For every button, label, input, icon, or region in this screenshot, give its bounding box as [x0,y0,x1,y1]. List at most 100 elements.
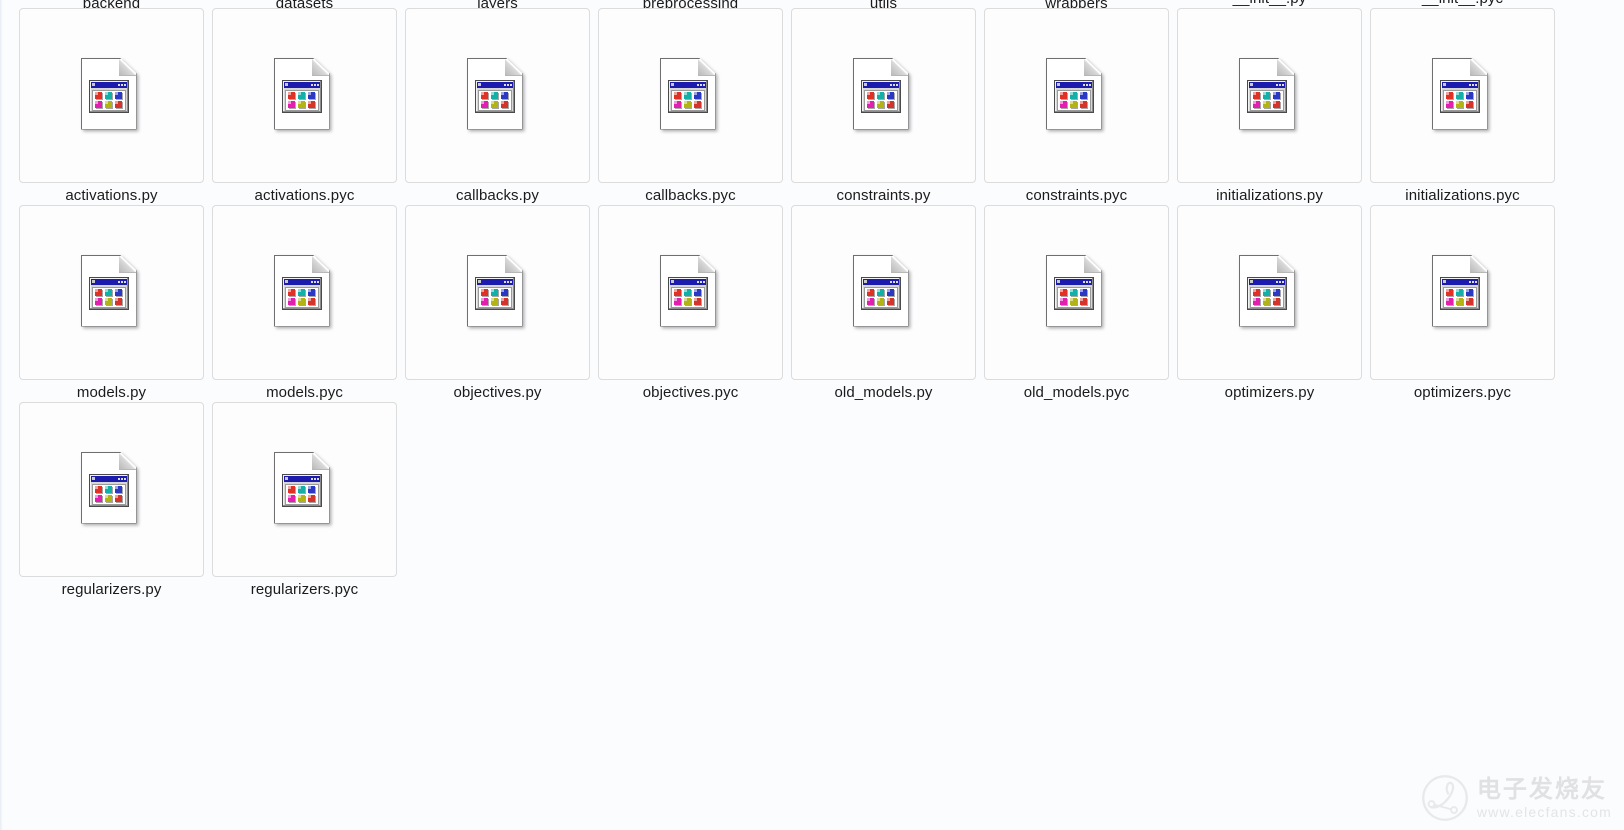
file-icon-resource-chip-1 [1253,289,1260,297]
file-item[interactable]: old_models.pyc [984,205,1169,402]
file-item[interactable]: initializations.py [1177,8,1362,205]
file-icon-resource-grid [863,286,898,308]
item-icon-tile[interactable] [212,205,397,380]
item-icon-tile[interactable] [212,402,397,577]
item-icon-tile[interactable] [212,8,397,183]
file-icon-resource-chip-5 [298,494,305,502]
folder-item[interactable]: preprocessing [598,0,783,12]
file-icon-resource-chip-2 [298,92,305,100]
item-label: constraints.pyc [1025,187,1128,204]
file-item[interactable]: activations.pyc [212,8,397,205]
file-icon-resource-chip-5 [298,100,305,108]
item-label: activations.py [65,187,158,204]
file-item[interactable]: constraints.pyc [984,8,1169,205]
item-icon-tile[interactable] [791,8,976,183]
item-icon-tile[interactable] [19,205,204,380]
file-icon-resource-chip-1 [1446,289,1453,297]
item-icon-tile[interactable] [1177,8,1362,183]
folder-item[interactable]: utils [791,0,976,12]
item-icon-tile[interactable] [1370,8,1555,183]
generic-file-icon [1431,57,1494,134]
file-icon-titlebar [1055,81,1092,88]
file-item[interactable]: models.py [19,205,204,402]
file-icon-resource-chip-2 [877,92,884,100]
file-icon-resource-chip-6 [1273,297,1280,305]
file-icon-resource-chip-4 [95,100,102,108]
file-icon-resource-grid [91,286,126,308]
file-item[interactable]: callbacks.py [405,8,590,205]
item-icon-tile[interactable] [984,205,1169,380]
file-icon-resource-chip-3 [115,92,122,100]
item-icon-tile[interactable] [19,402,204,577]
file-item[interactable]: regularizers.py [19,402,204,599]
file-icon-titlebar [1248,81,1285,88]
generic-file-icon [1238,57,1301,134]
folder-item[interactable]: datasets [212,0,397,12]
item-icon-tile[interactable] [1370,205,1555,380]
item-label: old_models.py [834,384,933,401]
file-item[interactable]: constraints.py [791,8,976,205]
file-icon-resource-chip-4 [1446,100,1453,108]
file-icon-resource-chip-5 [1456,100,1463,108]
file-icon-titlebar [669,81,706,88]
file-icon-resource-chip-5 [105,297,112,305]
file-icon-mini-window [88,473,129,507]
file-item[interactable]: objectives.py [405,205,590,402]
file-icon-resource-chip-5 [684,297,691,305]
file-icon-titlebar [283,278,320,285]
file-item[interactable]: regularizers.pyc [212,402,397,599]
file-icon-resource-chip-6 [1466,297,1473,305]
file-item[interactable]: initializations.pyc [1370,8,1555,205]
file-icon-mini-window [667,276,708,310]
file-icon-resource-chip-2 [105,289,112,297]
file-item[interactable]: __init__.pyc [1370,0,1555,8]
file-icon-resource-chip-4 [288,100,295,108]
folder-item[interactable]: layers [405,0,590,12]
file-item[interactable]: optimizers.py [1177,205,1362,402]
file-item[interactable]: activations.py [19,8,204,205]
file-icon-mini-window [1246,79,1287,113]
file-icon-mini-window [281,276,322,310]
file-item[interactable]: objectives.pyc [598,205,783,402]
file-explorer-content-pane[interactable]: backend datasets layers preprocessing utils w… [0,0,1624,830]
item-icon-tile[interactable] [405,205,590,380]
folder-item[interactable]: backend [19,0,204,12]
file-icon-resource-chip-6 [308,297,315,305]
item-icon-tile[interactable] [598,8,783,183]
file-icon-titlebar [862,278,899,285]
file-icon-resource-chip-2 [105,92,112,100]
item-icon-tile[interactable] [1177,205,1362,380]
file-icon-resource-grid [284,89,319,111]
file-icon-resource-chip-4 [288,494,295,502]
file-icon-resource-chip-3 [1273,289,1280,297]
file-item[interactable]: optimizers.pyc [1370,205,1555,402]
file-icon-titlebar [1441,81,1478,88]
watermark: 电子发烧友 www.elecfans.com [1421,774,1612,822]
file-icon-resource-chip-6 [694,100,701,108]
file-icon-resource-chip-2 [1070,289,1077,297]
item-label: models.py [76,384,147,401]
item-icon-tile[interactable] [19,8,204,183]
file-icon-resource-chip-4 [867,297,874,305]
generic-file-icon [852,254,915,331]
item-label: regularizers.pyc [250,581,359,598]
file-item[interactable]: models.pyc [212,205,397,402]
item-label: callbacks.pyc [645,187,736,204]
folder-item[interactable]: wrappers [984,0,1169,12]
file-icon-titlebar [283,81,320,88]
file-item[interactable]: __init__.py [1177,0,1362,8]
file-icon-resource-chip-4 [481,100,488,108]
generic-file-icon [659,254,722,331]
item-icon-tile[interactable] [984,8,1169,183]
circle-circuit-logo-icon [1421,775,1468,821]
generic-file-icon [1431,254,1494,331]
item-icon-tile[interactable] [405,8,590,183]
file-item[interactable]: old_models.py [791,205,976,402]
file-icon-resource-chip-2 [684,92,691,100]
file-icon-resource-chip-5 [491,100,498,108]
item-icon-tile[interactable] [598,205,783,380]
file-icon-mini-window [281,79,322,113]
file-icon-resource-chip-6 [1273,100,1280,108]
file-item[interactable]: callbacks.pyc [598,8,783,205]
item-icon-tile[interactable] [791,205,976,380]
